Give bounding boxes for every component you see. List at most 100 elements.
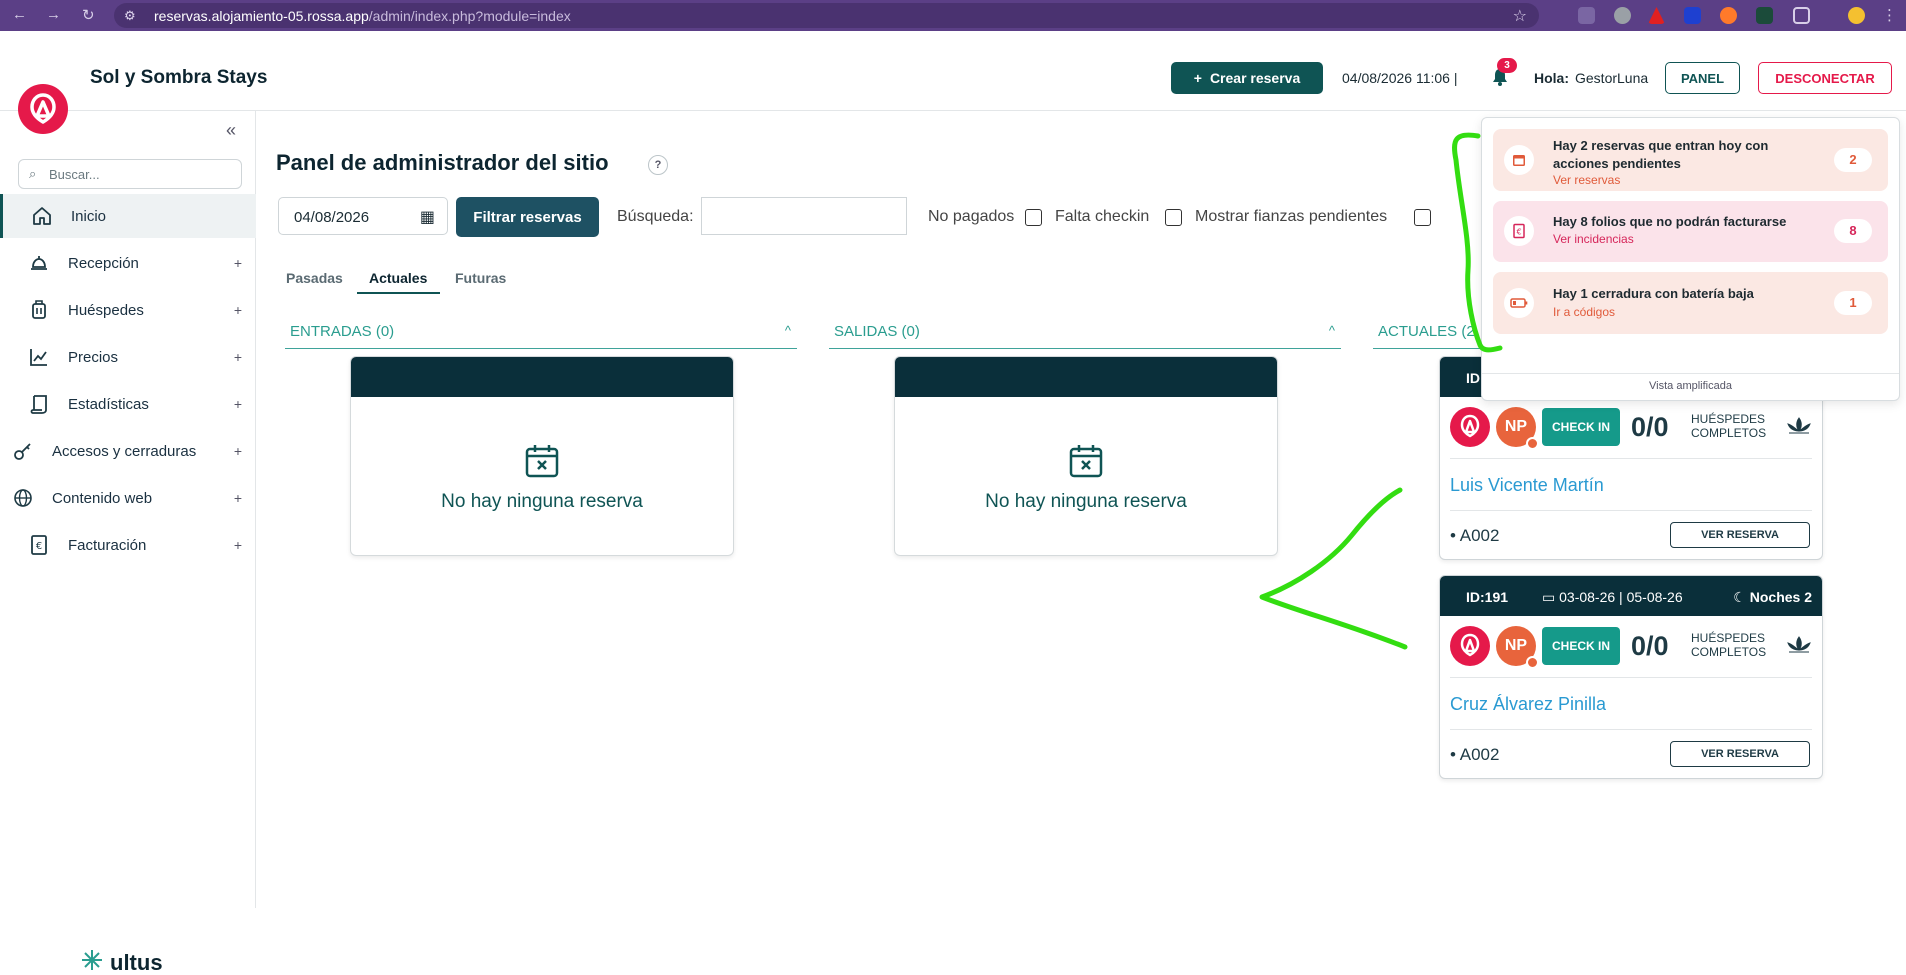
reload-icon[interactable]: ↻ xyxy=(82,6,95,24)
check-in-button[interactable]: CHECK IN xyxy=(1542,627,1620,665)
notification-item[interactable]: Hay 1 cerradura con batería baja Ir a có… xyxy=(1493,272,1888,334)
falta-checkin-checkbox[interactable] xyxy=(1165,209,1182,226)
panel-button[interactable]: PANEL xyxy=(1665,62,1740,94)
tab-pasadas[interactable]: Pasadas xyxy=(286,270,343,286)
calendar-x-icon xyxy=(524,443,560,484)
notification-title: Hay 2 reservas que entran hoy con accion… xyxy=(1553,138,1769,171)
create-reservation-button[interactable]: + Crear reserva xyxy=(1171,62,1323,94)
browser-menu-icon[interactable]: ⋮ xyxy=(1882,6,1897,24)
check-in-button[interactable]: CHECK IN xyxy=(1542,408,1620,446)
no-pagados-checkbox[interactable] xyxy=(1025,209,1042,226)
expand-plus-icon[interactable]: + xyxy=(234,443,242,459)
column-header-salidas[interactable]: SALIDAS (0) ^ xyxy=(829,323,1341,349)
expand-plus-icon[interactable]: + xyxy=(234,537,242,553)
date-filter-input[interactable]: 04/08/2026 ▦ xyxy=(278,197,448,235)
bookmark-star-icon[interactable]: ☆ xyxy=(1513,6,1527,26)
view-reservation-button[interactable]: VER RESERVA xyxy=(1670,522,1810,548)
back-arrow-icon[interactable]: ← xyxy=(12,6,27,23)
expand-plus-icon[interactable]: + xyxy=(234,396,242,412)
chevron-up-icon[interactable]: ^ xyxy=(785,323,791,338)
notification-title: Hay 1 cerradura con batería baja xyxy=(1553,286,1754,301)
guest-name[interactable]: Luis Vicente Martín xyxy=(1450,459,1812,511)
view-reservation-button[interactable]: VER RESERVA xyxy=(1670,741,1810,767)
globe-icon xyxy=(12,487,34,509)
sidebar-item-precios[interactable]: Precios + xyxy=(0,335,256,379)
guest-count: 0/0 xyxy=(1631,631,1669,661)
url-domain: reservas.alojamiento-05.rossa.app xyxy=(154,8,369,24)
notification-link[interactable]: Ver reservas xyxy=(1553,173,1620,187)
fianzas-checkbox[interactable] xyxy=(1414,209,1431,226)
guest-name[interactable]: Cruz Álvarez Pinilla xyxy=(1450,678,1812,730)
notification-count-badge: 3 xyxy=(1497,58,1517,73)
greeting-label: Hola: xyxy=(1534,70,1569,86)
reservation-card[interactable]: ID:191 ▭ 03-08-26 | 05-08-26 ☾ Noches 2 … xyxy=(1439,575,1823,779)
expand-plus-icon[interactable]: + xyxy=(234,302,242,318)
tab-actuales[interactable]: Actuales xyxy=(369,270,427,286)
guest-label-line2: COMPLETOS xyxy=(1691,426,1767,440)
logout-button[interactable]: DESCONECTAR xyxy=(1758,62,1892,94)
lotus-icon[interactable] xyxy=(1786,415,1812,442)
forward-arrow-icon[interactable]: → xyxy=(46,6,61,23)
expanded-view-link[interactable]: Vista amplificada xyxy=(1482,380,1899,392)
expand-plus-icon[interactable]: + xyxy=(234,490,242,506)
extension-shield-icon[interactable] xyxy=(1756,7,1773,24)
user-greeting: Hola: GestorLuna xyxy=(1534,70,1648,86)
bell-desk-icon xyxy=(28,252,50,274)
extension-sun-icon[interactable] xyxy=(1720,7,1737,24)
sidebar-item-label: Estadísticas xyxy=(68,395,149,413)
column-header-actuales[interactable]: ACTUALES (2 xyxy=(1373,323,1483,349)
tab-futuras[interactable]: Futuras xyxy=(455,270,506,286)
extension-circle-icon[interactable] xyxy=(1614,7,1631,24)
sidebar-item-accesos[interactable]: Accesos y cerraduras + xyxy=(0,429,256,473)
calendar-icon[interactable]: ▦ xyxy=(420,207,435,227)
search-icon: ⌕ xyxy=(29,166,37,181)
notification-count: 2 xyxy=(1834,148,1872,172)
extension-blue-icon[interactable] xyxy=(1684,7,1701,24)
expand-plus-icon[interactable]: + xyxy=(234,255,242,271)
notification-item[interactable]: € Hay 8 folios que no podrán facturarse … xyxy=(1493,201,1888,262)
extension-pen-icon[interactable] xyxy=(1578,7,1595,24)
expand-plus-icon[interactable]: + xyxy=(234,349,242,365)
calendar-icon: ▭ xyxy=(1542,589,1556,605)
extensions-puzzle-icon[interactable] xyxy=(1793,7,1810,24)
room-code: • A002 xyxy=(1450,745,1500,764)
sidebar-item-inicio[interactable]: Inicio xyxy=(0,194,256,238)
sidebar-item-facturacion[interactable]: € Facturación + xyxy=(0,523,256,567)
notification-link[interactable]: Ver incidencias xyxy=(1553,232,1634,246)
search-label: Búsqueda: xyxy=(617,208,694,225)
profile-avatar-icon[interactable] xyxy=(1848,7,1865,24)
fianzas-label: Mostrar fianzas pendientes xyxy=(1195,208,1388,225)
address-bar[interactable]: ⚙ reservas.alojamiento-05.rossa.app/admi… xyxy=(114,3,1539,28)
chevron-up-icon[interactable]: ^ xyxy=(1329,323,1335,338)
sidebar-item-label: Inicio xyxy=(71,207,107,225)
sidebar-item-contenido-web[interactable]: Contenido web + xyxy=(0,476,256,520)
brand-name: Sol y Sombra Stays xyxy=(90,67,268,88)
create-reservation-label: Crear reserva xyxy=(1209,70,1301,86)
card-header xyxy=(351,357,733,397)
site-settings-icon[interactable]: ⚙ xyxy=(124,8,136,24)
reservation-search-input[interactable] xyxy=(701,197,907,235)
guest-label-line2: COMPLETOS xyxy=(1691,645,1767,659)
url-path: /admin/index.php?module=index xyxy=(368,8,571,24)
notification-count: 1 xyxy=(1834,291,1872,315)
reservation-date-range: 03-08-26 | 05-08-26 xyxy=(1559,589,1683,605)
lotus-icon[interactable] xyxy=(1786,634,1812,661)
sidebar-search-input[interactable]: ⌕ Buscar... xyxy=(18,159,242,189)
euro-invoice-icon: € xyxy=(28,534,50,556)
column-header-entradas[interactable]: ENTRADAS (0) ^ xyxy=(285,323,797,349)
collapse-sidebar-icon[interactable]: « xyxy=(226,120,236,141)
notification-link[interactable]: Ir a códigos xyxy=(1553,305,1615,319)
sidebar-item-huespedes[interactable]: Huéspedes + xyxy=(0,288,256,332)
extension-triangle-icon[interactable] xyxy=(1648,7,1665,24)
guest-label-line1: HUÉSPEDES xyxy=(1691,631,1766,645)
sidebar-item-label: Accesos y cerraduras xyxy=(52,442,197,460)
guest-status-label: HUÉSPEDES COMPLETOS xyxy=(1691,631,1766,659)
help-icon[interactable]: ? xyxy=(648,155,668,175)
plus-icon: + xyxy=(1193,70,1202,86)
date-value: 04/08/2026 xyxy=(294,209,370,226)
sidebar-item-recepcion[interactable]: Recepción + xyxy=(0,241,256,285)
notification-item[interactable]: Hay 2 reservas que entran hoy con accion… xyxy=(1493,129,1888,191)
sidebar-item-estadisticas[interactable]: Estadísticas + xyxy=(0,382,256,426)
footer-brand: ultus xyxy=(80,948,163,975)
filter-reservations-button[interactable]: Filtrar reservas xyxy=(456,197,599,237)
